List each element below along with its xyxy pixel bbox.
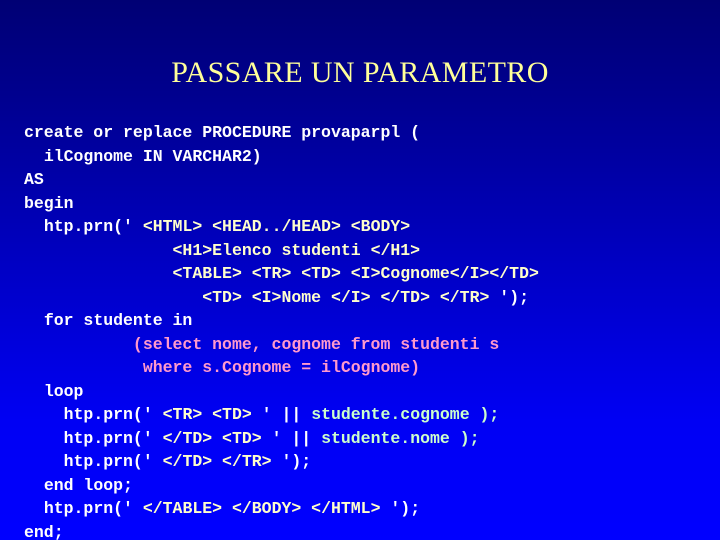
code-token-html_tag: <TR> <TD>: [162, 405, 262, 424]
code-token-plain: create or replace: [24, 123, 203, 142]
code-token-plain: ');: [390, 499, 421, 518]
code-line: <TABLE> <TR> <TD> <I>Cognome</I></TD>: [24, 262, 696, 286]
code-token-plain: begin: [24, 193, 74, 213]
code-token-plain: PROCEDURE provaparpl (: [202, 123, 421, 142]
code-line: <TD> <I>Nome </I> </TD> </TR> ');: [24, 286, 696, 310]
code-line: loop: [24, 380, 696, 404]
code-token-plain: ' ||: [261, 405, 312, 424]
code-line: end;: [24, 521, 696, 540]
code-listing: create or replace PROCEDURE provaparpl (…: [24, 121, 696, 540]
code-token-sql: (select nome, cognome from studenti s: [132, 334, 500, 354]
code-token-plain: htp.prn(': [63, 452, 163, 471]
code-line: ilCognome IN VARCHAR2): [24, 145, 696, 169]
code-token-html_tag: <TABLE> <TR> <TD> <I>Cognome</I></TD>: [172, 264, 539, 283]
code-token-variable: studente.cognome );: [311, 405, 500, 424]
code-token-html_tag: <H1>Elenco studenti </H1>: [172, 240, 421, 260]
code-line: <H1>Elenco studenti </H1>: [24, 239, 696, 263]
code-token-plain: htp.prn(': [63, 405, 163, 424]
code-token-variable: studente.nome );: [321, 428, 480, 448]
code-token-html_tag: <TD> <I>Nome </I> </TD> </TR>: [202, 287, 500, 307]
code-token-html_tag: </TABLE> </BODY> </HTML>: [142, 499, 391, 518]
code-token-html_tag: </TD> </TR>: [162, 452, 282, 471]
code-line: htp.prn(' </TABLE> </BODY> </HTML> ');: [24, 497, 696, 521]
code-token-plain: end;: [24, 522, 64, 540]
code-line: htp.prn(' </TD> </TR> ');: [24, 450, 696, 474]
code-line: htp.prn(' </TD> <TD> ' || studente.nome …: [24, 427, 696, 451]
code-line: htp.prn(' <TR> <TD> ' || studente.cognom…: [24, 403, 696, 427]
code-token-plain: htp.prn(': [43, 499, 143, 518]
code-line: begin: [24, 192, 696, 216]
code-token-html_tag: </TD> <TD>: [162, 428, 272, 448]
code-line: for studente in: [24, 309, 696, 333]
code-token-plain: htp.prn(': [63, 428, 163, 448]
code-token-plain: ');: [281, 452, 312, 471]
code-line: create or replace PROCEDURE provaparpl (: [24, 121, 696, 145]
code-line: where s.Cognome = ilCognome): [24, 356, 696, 380]
code-token-plain: for studente in: [43, 311, 193, 330]
presentation-slide: PASSARE UN PARAMETRO create or replace P…: [0, 0, 720, 540]
page-title: PASSARE UN PARAMETRO: [171, 56, 549, 89]
code-token-plain: htp.prn(': [43, 217, 143, 236]
code-line: (select nome, cognome from studenti s: [24, 333, 696, 357]
code-token-plain: ' ||: [271, 428, 322, 448]
code-line: end loop;: [24, 474, 696, 498]
code-token-plain: AS: [24, 170, 44, 189]
code-token-sql: where s.Cognome = ilCognome): [142, 358, 421, 377]
code-token-plain: ');: [499, 287, 530, 307]
code-line: htp.prn(' <HTML> <HEAD../HEAD> <BODY>: [24, 215, 696, 239]
code-line: AS: [24, 168, 696, 192]
code-token-plain: loop: [43, 381, 84, 401]
code-token-plain: ilCognome IN VARCHAR2): [43, 146, 262, 166]
code-token-html_tag: <HTML> <HEAD../HEAD> <BODY>: [142, 217, 411, 236]
code-token-plain: end loop;: [43, 475, 133, 495]
